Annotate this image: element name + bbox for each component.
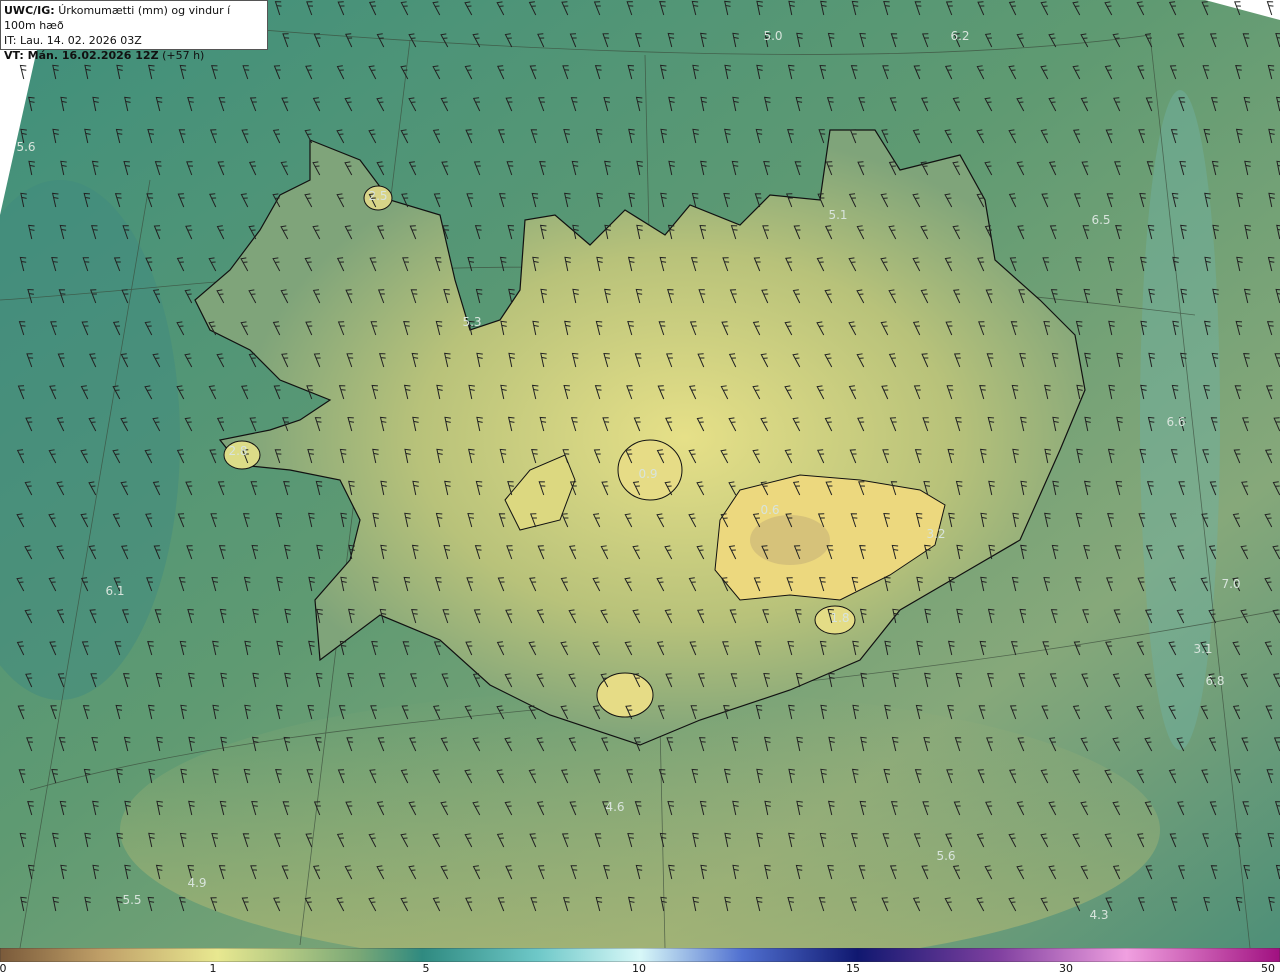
precip-value-label: 1.8: [830, 611, 849, 625]
precip-value-label: 5.5: [122, 893, 141, 907]
lead-time: (+57 h): [162, 49, 205, 62]
colorbar: [0, 948, 1280, 962]
precip-value-label: 2.5: [368, 189, 387, 203]
model-tag: UWC/IG:: [4, 4, 55, 17]
precip-value-label: 0.9: [638, 467, 657, 481]
precip-value-label: 7.0: [1221, 577, 1240, 591]
colorbar-tick-label: 30: [1059, 962, 1073, 975]
precip-value-label: 5.0: [763, 29, 782, 43]
precip-value-label: 5.6: [936, 849, 955, 863]
glacier-myrdalsjokull: [596, 672, 654, 718]
precip-value-label: 5.6: [16, 140, 35, 154]
colorbar-tick-label: 1: [209, 962, 217, 975]
precip-value-label: 3.2: [926, 527, 945, 541]
precip-value-label: 5.3: [462, 315, 481, 329]
precipitation-map: 5.0 6.2 5.6 2.5 5.1 6.5 5.3 6.6 2.8 0.9 0.6 3.2 6.1 7…: [0, 0, 1280, 948]
precip-value-label: 2.8: [228, 444, 247, 458]
colorbar-tick-label: 0: [0, 962, 7, 975]
colorbar-tick-label: 10: [632, 962, 646, 975]
precip-value-label: 6.8: [1205, 674, 1224, 688]
valid-time: VT: Mán. 16.02.2026 12Z: [4, 49, 159, 62]
precip-value-label: 6.1: [105, 584, 124, 598]
precip-value-label: 4.3: [1089, 908, 1108, 922]
init-time: IT: Lau. 14. 02. 2026 03Z: [4, 34, 142, 47]
colorbar-tick-label: 15: [846, 962, 860, 975]
precip-value-label: 0.6: [760, 503, 779, 517]
precip-value-label: 6.5: [1091, 213, 1110, 227]
precip-value-label: 5.1: [828, 208, 847, 222]
precip-value-label: 3.1: [1193, 642, 1212, 656]
precip-value-label: 4.6: [605, 800, 624, 814]
colorbar-tick-label: 5: [422, 962, 430, 975]
colorbar-tick-label: 50: [1261, 962, 1275, 975]
precip-value-label: 6.6: [1166, 415, 1185, 429]
precip-value-label: 6.2: [950, 29, 969, 43]
precip-value-label: 4.9: [187, 876, 206, 890]
title-box: UWC/IG: Úrkomumætti (mm) og vindur í 100…: [0, 0, 268, 62]
